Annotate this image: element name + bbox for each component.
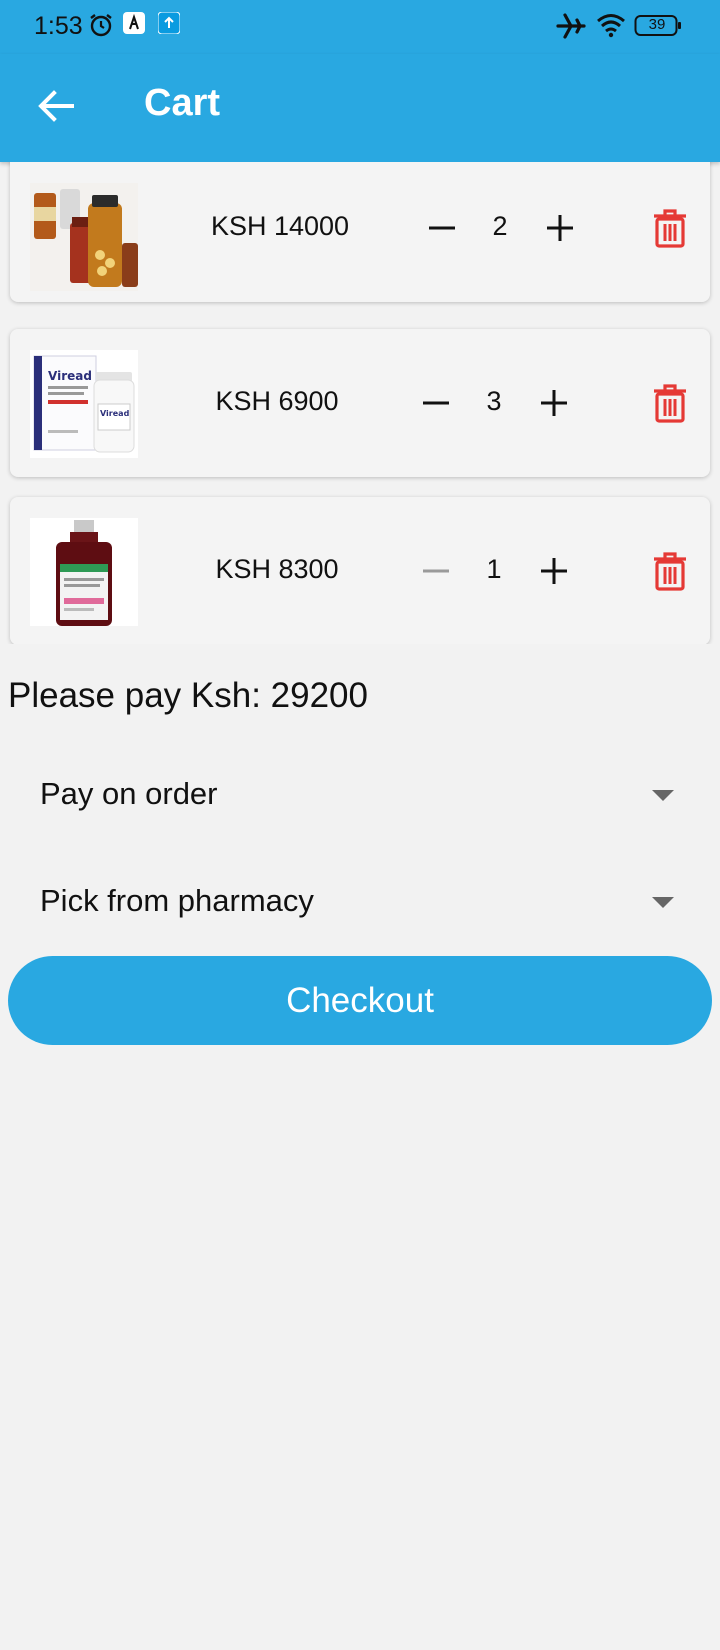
cart-item: Viread Viread KSH 6900 3	[10, 329, 710, 477]
item-quantity: 1	[486, 554, 502, 584]
cart-item: KSH 8300 1	[10, 497, 710, 644]
airplane-mode-icon	[556, 13, 586, 39]
cart-list[interactable]: KSH 14000 2 Viread Viread KSH 6900 3 KSH…	[0, 162, 720, 644]
upload-icon	[158, 12, 180, 34]
item-price: KSH 14000	[210, 211, 350, 241]
alarm-icon	[90, 14, 112, 37]
delivery-method-select[interactable]: Pick from pharmacy	[0, 863, 720, 943]
svg-text:Viread: Viread	[100, 409, 130, 418]
product-image-syrup-bottle	[30, 518, 138, 626]
dropdown-caret-icon	[652, 790, 674, 801]
decrease-quantity-button[interactable]	[422, 208, 462, 248]
status-bar: 1:53 39	[0, 0, 720, 54]
app-bar: Cart	[0, 54, 720, 162]
svg-text:Viread: Viread	[48, 369, 92, 383]
page-title: Cart	[144, 82, 221, 124]
delivery-method-value: Pick from pharmacy	[40, 883, 314, 918]
item-quantity: 3	[486, 386, 502, 416]
cart-item: KSH 14000 2	[10, 162, 710, 302]
increase-quantity-button[interactable]	[534, 551, 574, 591]
battery-level: 39	[648, 16, 666, 33]
app-notification-icon	[123, 12, 145, 34]
item-quantity: 2	[492, 211, 508, 241]
decrease-quantity-button[interactable]	[416, 551, 456, 591]
checkout-button[interactable]: Checkout	[8, 956, 712, 1045]
delete-trash-icon[interactable]	[650, 551, 690, 591]
increase-quantity-button[interactable]	[534, 383, 574, 423]
payment-method-value: Pay on order	[40, 776, 218, 811]
payment-method-select[interactable]: Pay on order	[0, 756, 720, 836]
payment-total: Please pay Ksh: 29200	[8, 676, 368, 715]
wifi-icon	[597, 14, 625, 38]
decrease-quantity-button[interactable]	[416, 383, 456, 423]
dropdown-caret-icon	[652, 897, 674, 908]
status-time: 1:53	[34, 12, 83, 40]
product-image-pill-bottles	[30, 183, 138, 291]
back-arrow-icon[interactable]	[36, 86, 76, 126]
item-price: KSH 6900	[215, 386, 339, 416]
item-price: KSH 8300	[215, 554, 339, 584]
delete-trash-icon[interactable]	[650, 208, 690, 248]
increase-quantity-button[interactable]	[540, 208, 580, 248]
product-image-viread-box: Viread Viread	[30, 350, 138, 458]
delete-trash-icon[interactable]	[650, 383, 690, 423]
